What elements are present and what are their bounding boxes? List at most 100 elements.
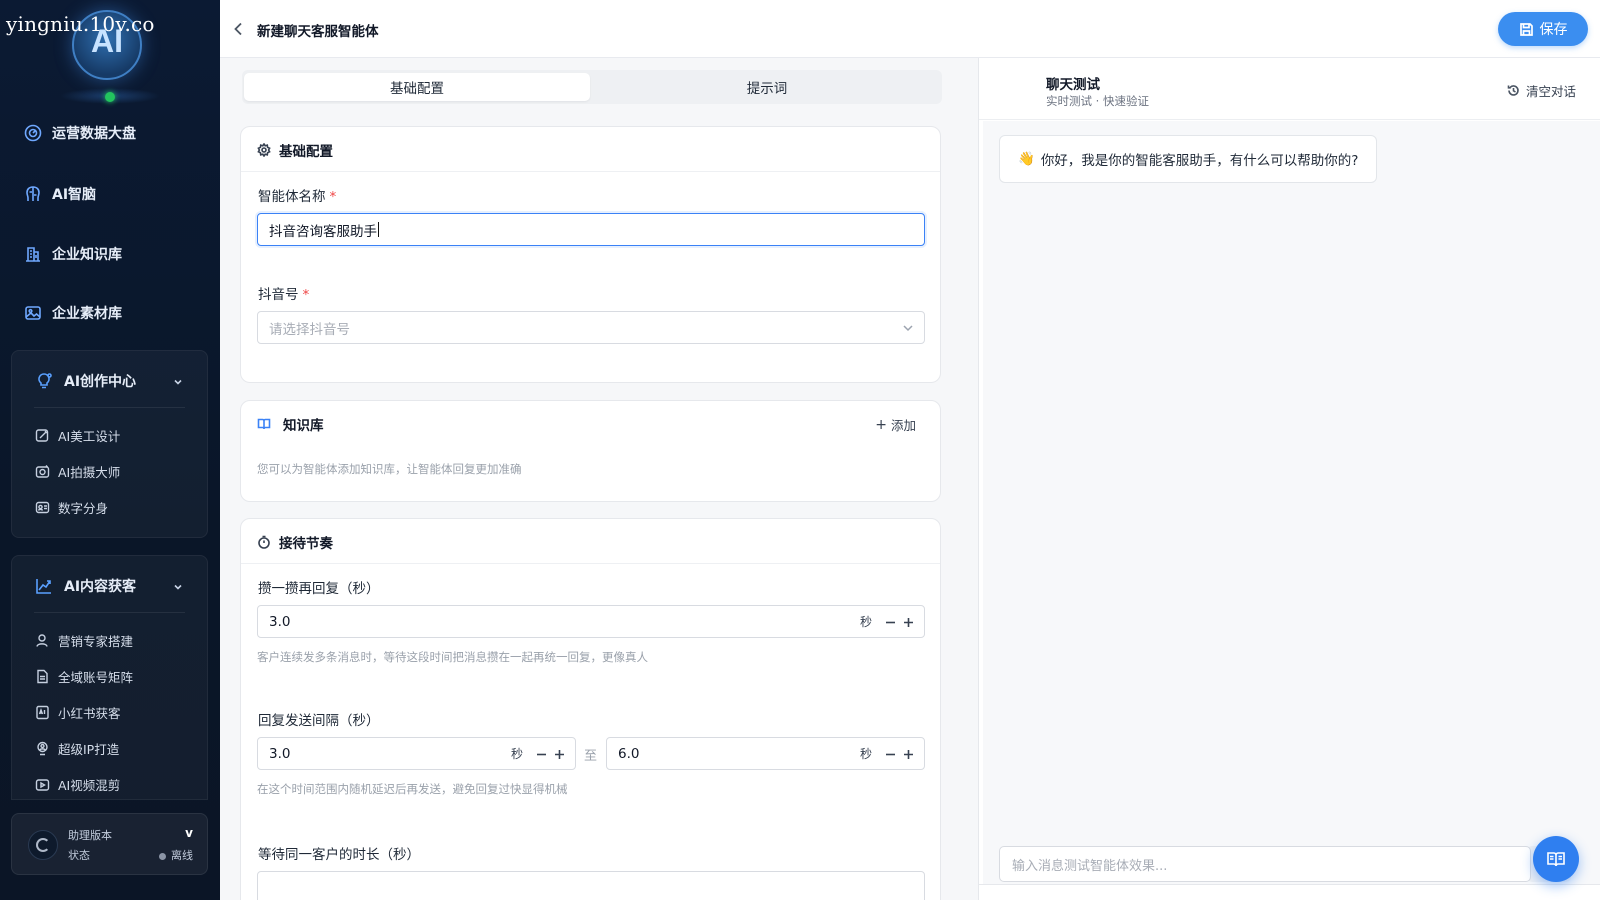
- offline-dot: [159, 852, 166, 860]
- status-label: 状态: [68, 849, 90, 862]
- sidebar: yingniu.10v.co AI 运营数据大盘 AI智脑 企业知识库 企业素材…: [0, 0, 220, 900]
- sidebar-item-super-ip[interactable]: 超级IP打造: [35, 739, 119, 758]
- plus-icon[interactable]: [903, 748, 914, 759]
- card-title: 接待节奏: [279, 536, 333, 552]
- divider: [34, 612, 185, 613]
- agent-name-label: 智能体名称 *: [258, 185, 336, 205]
- range-separator: 至: [584, 749, 598, 764]
- help-book-button[interactable]: [1533, 836, 1579, 882]
- card-title: 知识库: [283, 418, 324, 434]
- save-icon: [1519, 22, 1533, 36]
- chat-messages: 👋 你好，我是你的智能客服助手，有什么可以帮助你的?: [983, 121, 1600, 884]
- tab-prompt[interactable]: 提示词: [594, 73, 940, 101]
- unit-label: 秒: [859, 747, 872, 761]
- wait-duration-input[interactable]: [257, 871, 925, 900]
- plus-icon: +: [875, 416, 887, 433]
- merge-hint: 客户连续发多条消息时，等待这段时间把消息攒在一起再统一回复，更像真人: [257, 650, 648, 664]
- tab-basic-config[interactable]: 基础配置: [244, 73, 590, 101]
- card-title: 基础配置: [279, 144, 333, 160]
- douyin-select[interactable]: 请选择抖音号: [257, 311, 925, 344]
- merge-delay-input[interactable]: 3.0 秒: [257, 605, 925, 638]
- sidebar-item-xiaohongshu[interactable]: 小红书获客: [35, 703, 121, 722]
- clear-chat-button[interactable]: 清空对话: [1507, 81, 1576, 100]
- agent-name-input[interactable]: 抖音咨询客服助手: [257, 213, 925, 246]
- input-placeholder: 输入消息测试智能体效果...: [1012, 858, 1168, 874]
- sidebar-item-label: 企业素材库: [52, 306, 122, 322]
- config-tabs: 基础配置 提示词: [242, 70, 942, 104]
- video-icon: [35, 779, 50, 791]
- sidebar-item-materials[interactable]: 企业素材库: [24, 303, 122, 323]
- label-text: 抖音号: [258, 287, 299, 303]
- stepper: [536, 748, 565, 759]
- assistant-message: 👋 你好，我是你的智能客服助手，有什么可以帮助你的?: [999, 135, 1378, 183]
- input-value: 6.0: [618, 745, 640, 762]
- online-status-dot: [105, 92, 115, 102]
- interval-max-input[interactable]: 6.0 秒: [606, 737, 925, 770]
- required-mark: *: [302, 287, 310, 303]
- douyin-label: 抖音号 *: [258, 283, 309, 303]
- chat-subtitle: 实时测试 · 快速验证: [1046, 94, 1149, 108]
- interval-label: 回复发送间隔（秒）: [258, 713, 380, 729]
- add-knowledge-button[interactable]: + 添加: [875, 415, 916, 434]
- required-mark: *: [329, 189, 337, 205]
- reception-rhythm-card: 接待节奏 攒一攒再回复（秒） 3.0 秒 客户连续发多条消息时，等待这段时间把消…: [240, 518, 941, 900]
- back-arrow-icon[interactable]: [230, 20, 248, 38]
- merge-label: 攒一攒再回复（秒）: [258, 581, 380, 597]
- sidebar-subitem-label: AI拍摄大师: [58, 465, 121, 480]
- input-value: 3.0: [269, 613, 291, 630]
- minus-icon[interactable]: [885, 748, 896, 759]
- sidebar-item-knowledge-base[interactable]: 企业知识库: [24, 244, 122, 264]
- divider: [241, 563, 940, 564]
- minus-icon[interactable]: [885, 616, 896, 627]
- clear-label: 清空对话: [1525, 84, 1576, 99]
- wave-emoji: 👋: [1018, 151, 1035, 167]
- plus-icon[interactable]: [903, 616, 914, 627]
- group-header-ai-creation[interactable]: AI创作中心: [34, 371, 136, 391]
- sidebar-item-ai-photo[interactable]: AI拍摄大师: [35, 462, 120, 481]
- card-header: 接待节奏: [257, 532, 333, 552]
- sidebar-item-account-matrix[interactable]: 全域账号矩阵: [35, 667, 133, 686]
- sidebar-item-ai-brain[interactable]: AI智脑: [24, 184, 96, 204]
- minus-icon[interactable]: [536, 748, 547, 759]
- timer-icon: [258, 535, 270, 549]
- camera-icon: [35, 465, 50, 478]
- version-label: 助理版本: [68, 829, 112, 842]
- building-icon: [26, 247, 40, 262]
- chat-input[interactable]: 输入消息测试智能体效果...: [999, 846, 1531, 882]
- sidebar-item-digital-avatar[interactable]: 数字分身: [35, 498, 108, 517]
- chevron-down-icon[interactable]: [173, 581, 183, 591]
- knowledge-hint: 您可以为智能体添加知识库，让智能体回复更加准确: [257, 462, 522, 476]
- plus-icon[interactable]: [554, 748, 565, 759]
- sidebar-group-ai-content: AI内容获客 营销专家搭建 全域账号矩阵 小红书获客 超级IP打造 AI视频混剪: [11, 555, 208, 800]
- chevron-down-icon[interactable]: [173, 376, 183, 386]
- wait-label: 等待同一客户的时长（秒）: [258, 847, 420, 863]
- user-icon: [36, 634, 48, 647]
- assistant-status-card[interactable]: 助理版本 v 状态 离线: [11, 813, 208, 875]
- dashboard-icon: [24, 124, 42, 142]
- sidebar-item-marketing-expert[interactable]: 营销专家搭建: [35, 631, 133, 650]
- sidebar-item-ai-video[interactable]: AI视频混剪: [35, 775, 120, 794]
- sidebar-subitem-label: 超级IP打造: [58, 742, 120, 757]
- basic-config-card: 基础配置 智能体名称 * 抖音咨询客服助手 抖音号 * 请选择抖音号: [240, 126, 941, 383]
- status-value: 离线: [171, 849, 193, 862]
- sidebar-subitem-label: 数字分身: [58, 501, 109, 516]
- id-card-icon: [35, 501, 50, 514]
- group-header-ai-content[interactable]: AI内容获客: [34, 576, 136, 596]
- interval-min-input[interactable]: 3.0 秒: [257, 737, 576, 770]
- sidebar-item-ai-design[interactable]: AI美工设计: [35, 426, 120, 445]
- image-icon: [25, 306, 41, 320]
- select-placeholder: 请选择抖音号: [269, 321, 350, 338]
- sidebar-group-ai-creation: AI创作中心 AI美工设计 AI拍摄大师 数字分身: [11, 350, 208, 538]
- stepper: [885, 748, 914, 759]
- top-bar: 新建聊天客服智能体 保存: [220, 0, 1600, 58]
- chat-header: 聊天测试 实时测试 · 快速验证 清空对话: [979, 58, 1600, 120]
- group-label: AI创作中心: [64, 374, 137, 390]
- book-icon: [257, 418, 271, 430]
- stepper: [885, 616, 914, 627]
- chat-footer: [979, 884, 1600, 900]
- sidebar-item-dashboard[interactable]: 运营数据大盘: [24, 123, 136, 143]
- divider: [34, 407, 185, 408]
- save-button[interactable]: 保存: [1498, 12, 1588, 46]
- sidebar-subitem-label: AI美工设计: [58, 429, 121, 444]
- settings-icon: [257, 143, 271, 157]
